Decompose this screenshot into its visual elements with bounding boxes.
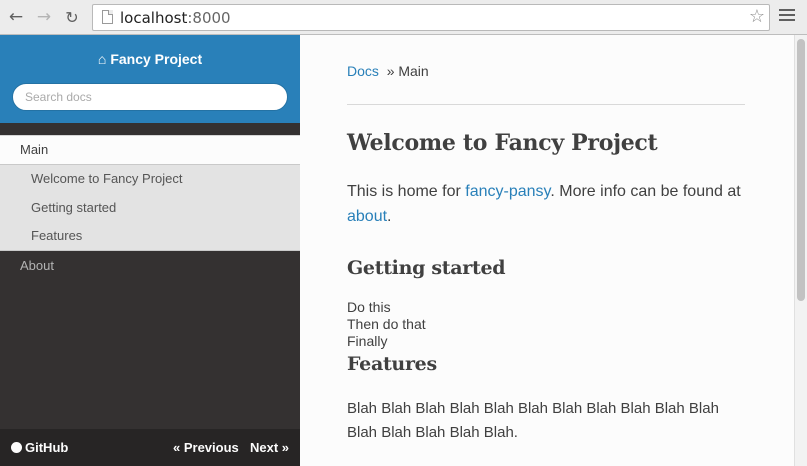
browser-menu-icon[interactable] [779,9,795,25]
page-title: Welcome to Fancy Project [347,130,658,156]
getting-started-heading: Getting started [347,257,506,279]
browser-toolbar: ← → ↻ localhost:8000 ☆ [0,0,807,35]
main-content: Docs » Main Welcome to Fancy Project Thi… [300,35,794,466]
home-icon: ⌂ [97,51,107,67]
intro-paragraph: This is home for fancy-pansy. More info … [347,179,747,229]
project-title: Fancy Project [110,51,203,67]
reload-icon[interactable]: ↻ [61,6,83,28]
next-link[interactable]: Next » [250,440,289,455]
sidebar-spacer [0,123,300,135]
previous-link[interactable]: « Previous [173,440,239,455]
search-input[interactable] [12,83,288,111]
sidebar: ⌂Fancy Project Main Welcome to Fancy Pro… [0,35,300,466]
github-link[interactable]: GitHub [11,440,68,455]
sidebar-footer: GitHub « Previous Next » [0,429,300,466]
divider [347,104,745,105]
intro-text-2: . More info can be found at [550,183,741,200]
features-heading: Features [347,353,437,375]
scrollbar[interactable] [794,35,807,466]
sidebar-header: ⌂ Fancy Project [0,35,300,123]
intro-text-1: This is home for [347,183,466,200]
github-label: GitHub [25,440,69,455]
project-home-link[interactable]: ⌂ Fancy Project [0,51,300,67]
breadcrumb-current: » Main [386,63,429,79]
breadcrumb-docs-link[interactable]: Docs [347,63,379,79]
url-port: :8000 [187,9,231,27]
sidebar-item-main[interactable]: Main [0,135,300,165]
scrollbar-thumb[interactable] [797,39,805,301]
features-paragraph: Blah Blah Blah Blah Blah Blah Blah Blah … [347,400,719,441]
sidebar-item-features[interactable]: Features [0,222,300,251]
steps-list: Do this Then do that Finally [347,299,426,350]
fancy-pansy-link[interactable]: fancy-pansy [465,183,550,200]
step-item: Finally [347,333,388,349]
forward-arrow-icon[interactable]: → [33,6,55,28]
back-arrow-icon[interactable]: ← [5,6,27,28]
about-link[interactable]: about [347,208,387,225]
intro-text-3: . [387,208,392,225]
step-item: Then do that [347,316,426,332]
github-icon [11,442,22,453]
bookmark-star-icon[interactable]: ☆ [749,6,765,27]
url-text[interactable]: localhost:8000 [120,9,231,27]
page-icon [102,10,113,24]
step-item: Do this [347,299,391,315]
sidebar-item-welcome[interactable]: Welcome to Fancy Project [0,165,300,194]
sidebar-submenu: Welcome to Fancy Project Getting started… [0,165,300,251]
url-host: localhost [120,9,188,27]
address-bar[interactable]: localhost:8000 ☆ [92,4,770,31]
sidebar-item-getting-started[interactable]: Getting started [0,194,300,223]
breadcrumb: Docs » Main [347,63,429,79]
sidebar-item-about[interactable]: About [0,251,300,281]
